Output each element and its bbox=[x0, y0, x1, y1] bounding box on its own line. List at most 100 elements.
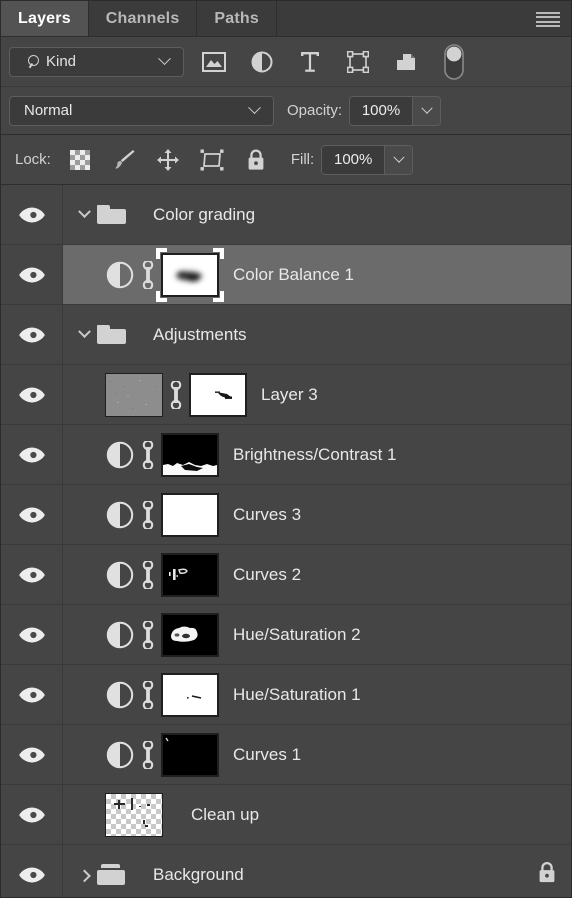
layer-row-brightness-contrast-1[interactable]: Brightness/Contrast 1 bbox=[1, 425, 571, 485]
layer-name[interactable]: Background bbox=[153, 865, 244, 885]
visibility-toggle[interactable] bbox=[1, 245, 63, 304]
visibility-toggle[interactable] bbox=[1, 425, 63, 484]
layer-row-background[interactable]: Background bbox=[1, 845, 571, 897]
lock-all[interactable] bbox=[234, 141, 278, 179]
smart-object-filter[interactable] bbox=[382, 43, 430, 81]
layer-lock-indicator[interactable] bbox=[537, 860, 557, 889]
padlock-icon bbox=[539, 861, 555, 882]
layer-mask-link-icon[interactable] bbox=[135, 500, 161, 529]
layer-row-color-balance-1[interactable]: Color Balance 1 bbox=[1, 245, 571, 305]
layer-thumbnail[interactable] bbox=[105, 372, 163, 417]
padlock-icon bbox=[248, 149, 264, 170]
layer-row-layer-3[interactable]: Layer 3 bbox=[1, 365, 571, 425]
layer-mask-link-icon[interactable] bbox=[135, 440, 161, 469]
layer-mask-thumbnail[interactable] bbox=[161, 672, 219, 717]
layer-body[interactable]: Hue/Saturation 1 bbox=[63, 665, 571, 724]
blend-mode-bar: Normal Opacity: 100% bbox=[1, 87, 571, 135]
opacity-value[interactable]: 100% bbox=[350, 96, 413, 125]
layer-row-curves-1[interactable]: Curves 1 bbox=[1, 725, 571, 785]
layer-row-curves-2[interactable]: Curves 2 bbox=[1, 545, 571, 605]
tab-channels[interactable]: Channels bbox=[89, 1, 198, 36]
layer-body[interactable]: Curves 2 bbox=[63, 545, 571, 604]
layer-body[interactable]: Curves 3 bbox=[63, 485, 571, 544]
layer-name[interactable]: Color Balance 1 bbox=[233, 265, 354, 285]
fill-dropdown-arrow[interactable] bbox=[384, 145, 413, 174]
tab-paths[interactable]: Paths bbox=[197, 1, 277, 36]
filter-kind-label: Kind bbox=[46, 53, 77, 70]
layer-name[interactable]: Hue/Saturation 2 bbox=[233, 625, 361, 645]
layer-name[interactable]: Adjustments bbox=[153, 325, 247, 345]
layer-name[interactable]: Layer 3 bbox=[261, 385, 318, 405]
eye-icon bbox=[18, 387, 45, 402]
layer-mask-thumbnail[interactable] bbox=[161, 732, 219, 777]
visibility-toggle[interactable] bbox=[1, 665, 63, 724]
visibility-toggle[interactable] bbox=[1, 365, 63, 424]
tab-layers[interactable]: Layers bbox=[1, 1, 89, 36]
layer-mask-thumbnail[interactable] bbox=[189, 372, 247, 417]
layer-body[interactable]: Brightness/Contrast 1 bbox=[63, 425, 571, 484]
blend-mode-dropdown[interactable]: Normal bbox=[9, 95, 274, 126]
layer-body[interactable]: Color Balance 1 bbox=[63, 245, 571, 304]
layer-row-adjustments[interactable]: Adjustments bbox=[1, 305, 571, 365]
layer-name[interactable]: Curves 2 bbox=[233, 565, 301, 585]
layer-row-hue-saturation-1[interactable]: Hue/Saturation 1 bbox=[1, 665, 571, 725]
visibility-toggle[interactable] bbox=[1, 845, 63, 897]
type-layers-filter[interactable] bbox=[286, 43, 334, 81]
layer-name[interactable]: Color grading bbox=[153, 205, 255, 225]
layer-mask-link-icon[interactable] bbox=[135, 560, 161, 589]
layer-name[interactable]: Curves 3 bbox=[233, 505, 301, 525]
layer-mask-thumbnail[interactable] bbox=[161, 612, 219, 657]
layer-name[interactable]: Curves 1 bbox=[233, 745, 301, 765]
layer-list[interactable]: Color grading Color Balance 1 Adjustment… bbox=[1, 185, 571, 897]
eye-icon bbox=[18, 627, 45, 642]
visibility-toggle[interactable] bbox=[1, 605, 63, 664]
layer-mask-link-icon[interactable] bbox=[135, 740, 161, 769]
layer-body[interactable]: Hue/Saturation 2 bbox=[63, 605, 571, 664]
fill-value[interactable]: 100% bbox=[322, 145, 385, 174]
lock-artboard-nesting[interactable] bbox=[190, 141, 234, 179]
layer-body[interactable]: Clean up bbox=[63, 785, 571, 844]
layer-body[interactable]: Background bbox=[63, 845, 571, 897]
group-expand-toggle[interactable] bbox=[73, 204, 95, 226]
visibility-toggle[interactable] bbox=[1, 725, 63, 784]
visibility-toggle[interactable] bbox=[1, 305, 63, 364]
layer-mask-thumbnail[interactable] bbox=[161, 552, 219, 597]
layer-row-color-grading[interactable]: Color grading bbox=[1, 185, 571, 245]
layer-mask-thumbnail[interactable] bbox=[161, 492, 219, 537]
visibility-toggle[interactable] bbox=[1, 185, 63, 244]
layer-mask-link-icon[interactable] bbox=[163, 380, 189, 409]
layer-name[interactable]: Brightness/Contrast 1 bbox=[233, 445, 396, 465]
layer-mask-link-icon[interactable] bbox=[135, 680, 161, 709]
shape-layers-filter[interactable] bbox=[334, 43, 382, 81]
group-expand-toggle[interactable] bbox=[73, 864, 95, 886]
lock-image-pixels[interactable] bbox=[102, 141, 146, 179]
filter-enable-toggle[interactable] bbox=[430, 43, 478, 81]
pixel-layers-filter[interactable] bbox=[190, 43, 238, 81]
visibility-toggle[interactable] bbox=[1, 545, 63, 604]
layer-thumbnail[interactable] bbox=[105, 792, 163, 837]
layer-name[interactable]: Hue/Saturation 1 bbox=[233, 685, 361, 705]
lock-transparent-pixels[interactable] bbox=[58, 141, 102, 179]
layer-body[interactable]: Adjustments bbox=[63, 305, 571, 364]
layer-body[interactable]: Color grading bbox=[63, 185, 571, 244]
layer-row-hue-saturation-2[interactable]: Hue/Saturation 2 bbox=[1, 605, 571, 665]
fill-field[interactable]: 100% bbox=[321, 144, 414, 175]
visibility-toggle[interactable] bbox=[1, 785, 63, 844]
visibility-toggle[interactable] bbox=[1, 485, 63, 544]
opacity-field[interactable]: 100% bbox=[349, 95, 442, 126]
adjustment-layers-filter[interactable] bbox=[238, 43, 286, 81]
lock-position[interactable] bbox=[146, 141, 190, 179]
layer-mask-link-icon[interactable] bbox=[135, 260, 161, 289]
layer-name[interactable]: Clean up bbox=[191, 805, 259, 825]
layer-mask-thumbnail[interactable] bbox=[161, 432, 219, 477]
layer-row-curves-3[interactable]: Curves 3 bbox=[1, 485, 571, 545]
layer-row-clean-up[interactable]: Clean up bbox=[1, 785, 571, 845]
hamburger-menu-icon[interactable] bbox=[536, 12, 560, 27]
layer-body[interactable]: Curves 1 bbox=[63, 725, 571, 784]
layer-mask-link-icon[interactable] bbox=[135, 620, 161, 649]
group-expand-toggle[interactable] bbox=[73, 324, 95, 346]
layer-body[interactable]: Layer 3 bbox=[63, 365, 571, 424]
opacity-dropdown-arrow[interactable] bbox=[412, 96, 441, 125]
filter-kind-dropdown[interactable]: Kind bbox=[9, 46, 184, 77]
layer-mask-thumbnail[interactable] bbox=[156, 247, 224, 302]
